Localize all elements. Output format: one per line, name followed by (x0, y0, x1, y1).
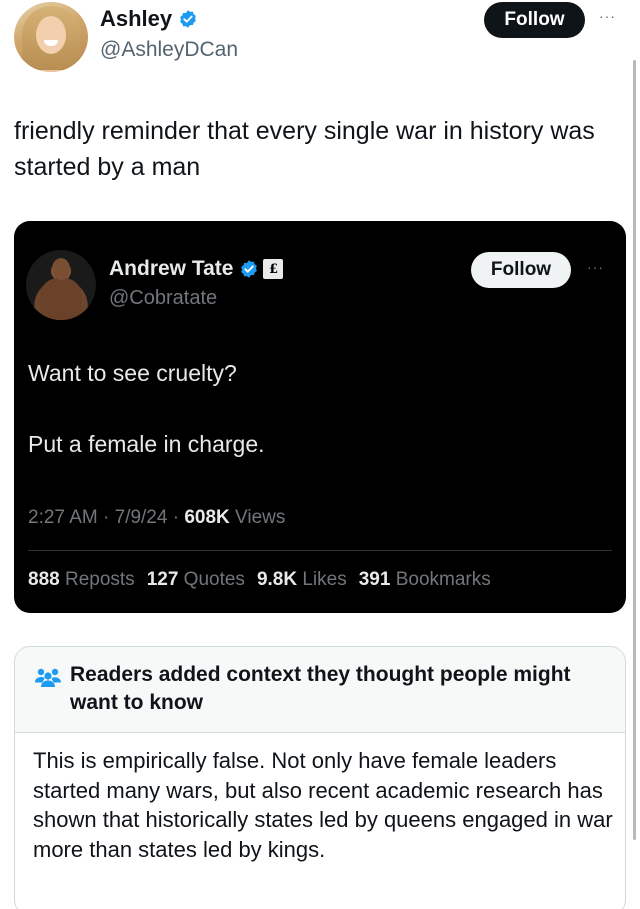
views-count: 608K (184, 507, 230, 528)
more-options-icon[interactable]: ··· (599, 8, 616, 24)
follow-button[interactable]: Follow (484, 2, 585, 38)
bookmarks-stat[interactable]: 391 Bookmarks (359, 569, 491, 591)
verified-badge-icon (241, 260, 258, 278)
community-note-title: Readers added context they thought peopl… (70, 663, 571, 714)
community-note: Readers added context they thought peopl… (14, 646, 626, 909)
quoted-handle[interactable]: @Cobratate (109, 287, 217, 310)
quoted-date[interactable]: 7/9/24 (115, 507, 168, 528)
views-label: Views (235, 507, 286, 528)
community-note-body: This is empirically false. Not only have… (33, 748, 613, 862)
reposts-stat[interactable]: 888 Reposts (28, 569, 135, 591)
verified-badge-icon (180, 10, 196, 28)
tweet-text: friendly reminder that every single war … (14, 117, 595, 181)
tweet: Ashley @AshleyDCan Follow ··· friendly r… (0, 0, 640, 909)
author-handle[interactable]: @AshleyDCan (100, 38, 238, 62)
quoted-more-options-icon[interactable]: ··· (587, 259, 604, 275)
community-notes-icon (35, 668, 61, 687)
divider (28, 550, 612, 551)
quoted-tweet-card[interactable]: Andrew Tate £ @Cobratate Follow ··· Want… (14, 221, 626, 613)
community-note-header: Readers added context they thought peopl… (15, 647, 625, 733)
likes-stat[interactable]: 9.8K Likes (257, 569, 347, 591)
quotes-stat[interactable]: 127 Quotes (147, 569, 245, 591)
quoted-author-avatar[interactable] (26, 250, 96, 320)
author-avatar[interactable] (14, 2, 88, 72)
engagement-stats: 888 Reposts 127 Quotes 9.8K Likes 391 Bo… (28, 569, 491, 591)
scrollbar[interactable] (633, 60, 636, 840)
author-display-name[interactable]: Ashley (100, 6, 172, 32)
quoted-follow-button[interactable]: Follow (471, 252, 571, 288)
quoted-name-row: Andrew Tate £ (109, 257, 284, 281)
quoted-text-line-2: Put a female in charge. (28, 431, 265, 457)
quoted-text-line-1: Want to see cruelty? (28, 360, 237, 386)
quoted-time[interactable]: 2:27 AM (28, 507, 98, 528)
affiliate-badge-icon[interactable]: £ (263, 259, 284, 279)
author-name-row: Ashley (100, 6, 198, 32)
quoted-timestamp-views: 2:27 AM · 7/9/24 · 608K Views (28, 507, 286, 528)
quoted-display-name[interactable]: Andrew Tate (109, 257, 233, 281)
